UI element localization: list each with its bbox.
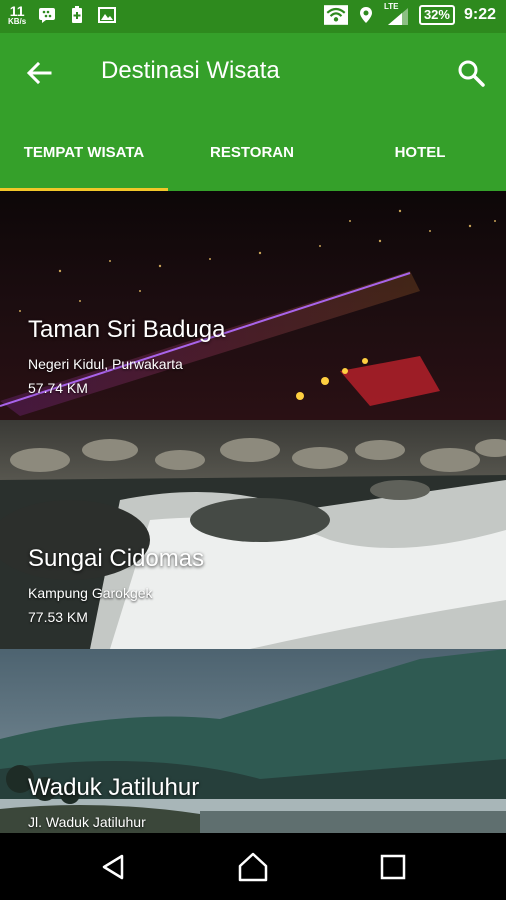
gallery-icon xyxy=(98,7,117,23)
place-address: Jl. Waduk Jatiluhur xyxy=(28,814,146,830)
tab-label: RESTORAN xyxy=(210,143,294,161)
wifi-icon xyxy=(323,5,348,25)
status-bar: 11 KB/s LTE 32% 9:22 xyxy=(0,0,506,33)
place-name: Waduk Jatiluhur xyxy=(28,774,200,801)
tab-label: HOTEL xyxy=(394,143,446,161)
place-name: Taman Sri Baduga xyxy=(28,316,226,343)
network-speed: 11 KB/s xyxy=(8,4,26,26)
network-speed-unit: KB/s xyxy=(8,17,27,26)
tab-bar: TEMPAT WISATA RESTORAN HOTEL xyxy=(0,113,506,191)
place-card-waduk-jatiluhur[interactable]: Waduk Jatiluhur Jl. Waduk Jatiluhur xyxy=(0,649,506,833)
place-distance: 77.53 KM xyxy=(28,609,88,625)
clock: 9:22 xyxy=(463,6,496,23)
signal-icon: LTE xyxy=(384,2,410,26)
place-card-sungai-cidomas[interactable]: Sungai Cidomas Kampung Garokgek 77.53 KM xyxy=(0,420,506,649)
place-address: Negeri Kidul, Purwakarta xyxy=(28,356,183,372)
back-nav-icon[interactable] xyxy=(96,850,130,884)
battery-saver-icon xyxy=(72,6,83,23)
home-nav-icon[interactable] xyxy=(236,850,270,884)
battery-level: 32% xyxy=(418,5,455,25)
arrow-back-icon[interactable] xyxy=(22,56,56,90)
tab-tempat-wisata[interactable]: TEMPAT WISATA xyxy=(0,113,168,191)
place-address: Kampung Garokgek xyxy=(28,585,153,601)
network-speed-value: 11 xyxy=(9,3,25,19)
recents-nav-icon[interactable] xyxy=(376,850,410,884)
app-bar: Destinasi Wisata xyxy=(0,33,506,113)
place-distance: 57.74 KM xyxy=(28,380,88,396)
navigation-bar xyxy=(0,833,506,900)
tab-label: TEMPAT WISATA xyxy=(23,143,145,161)
places-list[interactable]: Taman Sri Baduga Negeri Kidul, Purwakart… xyxy=(0,191,506,833)
tab-hotel[interactable]: HOTEL xyxy=(336,113,504,191)
place-card-taman-sri-baduga[interactable]: Taman Sri Baduga Negeri Kidul, Purwakart… xyxy=(0,191,506,420)
search-icon[interactable] xyxy=(454,56,488,90)
page-title: Destinasi Wisata xyxy=(101,57,280,84)
bbm-icon xyxy=(39,8,56,23)
place-image xyxy=(0,649,506,833)
place-name: Sungai Cidomas xyxy=(28,545,205,572)
location-icon xyxy=(359,7,372,23)
tab-restoran[interactable]: RESTORAN xyxy=(168,113,336,191)
